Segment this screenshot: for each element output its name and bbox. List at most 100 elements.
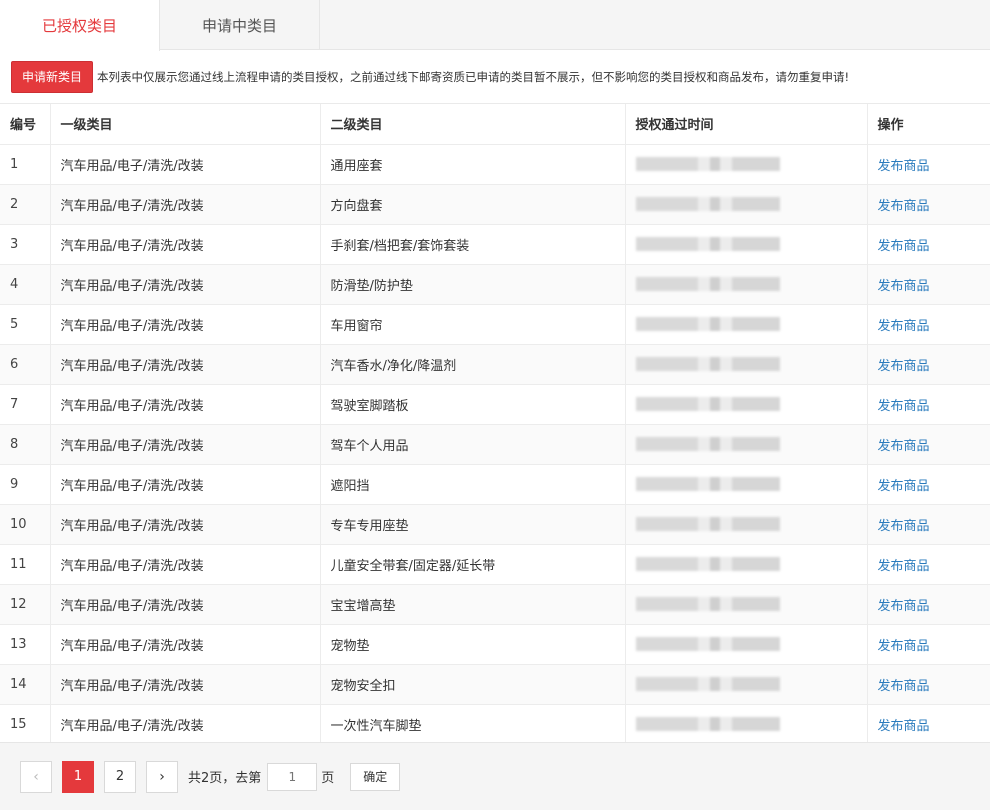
row-approval-time — [625, 304, 868, 345]
table-row: 5 汽车用品/电子/清洗/改装 车用窗帘 发布商品 — [0, 304, 990, 345]
row-approval-time — [625, 384, 868, 425]
row-id: 11 — [0, 544, 51, 585]
row-level1-category: 汽车用品/电子/清洗/改装 — [50, 624, 321, 665]
blurred-time-placeholder — [635, 317, 857, 331]
row-level1-category: 汽车用品/电子/清洗/改装 — [50, 424, 321, 465]
publish-product-link[interactable]: 发布商品 — [878, 599, 930, 614]
row-id: 10 — [0, 504, 51, 545]
row-action: 发布商品 — [867, 504, 990, 545]
row-id: 13 — [0, 624, 51, 665]
row-id: 7 — [0, 384, 51, 425]
row-id: 5 — [0, 304, 51, 345]
tab-authorized-categories[interactable]: 已授权类目 — [0, 0, 160, 51]
blurred-time-placeholder — [635, 597, 857, 611]
blurred-time-placeholder — [635, 677, 857, 691]
blurred-time-placeholder — [635, 477, 857, 491]
row-id: 4 — [0, 264, 51, 305]
row-level1-category: 汽车用品/电子/清洗/改装 — [50, 224, 321, 265]
table-row: 1 汽车用品/电子/清洗/改装 通用座套 发布商品 — [0, 144, 990, 185]
row-level1-category: 汽车用品/电子/清洗/改装 — [50, 304, 321, 345]
row-level2-category: 宝宝增高垫 — [320, 584, 626, 625]
table-row: 2 汽车用品/电子/清洗/改装 方向盘套 发布商品 — [0, 184, 990, 225]
publish-product-link[interactable]: 发布商品 — [878, 479, 930, 494]
blurred-time-placeholder — [635, 397, 857, 411]
publish-product-link[interactable]: 发布商品 — [878, 439, 930, 454]
row-action: 发布商品 — [867, 184, 990, 225]
row-id: 15 — [0, 704, 51, 745]
apply-new-category-button[interactable]: 申请新类目 — [11, 60, 94, 93]
row-action: 发布商品 — [867, 344, 990, 385]
category-table: 编号 一级类目 二级类目 授权通过时间 操作 1 汽车用品/电子/清洗/改装 通用座… — [0, 104, 990, 745]
row-level1-category: 汽车用品/电子/清洗/改装 — [50, 464, 321, 505]
chevron-right-icon: › — [159, 768, 165, 785]
row-id: 14 — [0, 664, 51, 705]
next-page-button[interactable]: › — [146, 760, 178, 793]
table-row: 14 汽车用品/电子/清洗/改装 宠物安全扣 发布商品 — [0, 664, 990, 705]
publish-product-link[interactable]: 发布商品 — [878, 719, 930, 734]
row-level2-category: 防滑垫/防护垫 — [320, 264, 626, 305]
header-action: 操作 — [867, 104, 990, 145]
page-1-button[interactable]: 1 — [62, 760, 94, 793]
table-row: 10 汽车用品/电子/清洗/改装 专车专用座垫 发布商品 — [0, 504, 990, 545]
publish-product-link[interactable]: 发布商品 — [878, 639, 930, 654]
row-level2-category: 通用座套 — [320, 144, 626, 185]
chevron-left-icon: ‹ — [33, 768, 39, 785]
publish-product-link[interactable]: 发布商品 — [878, 679, 930, 694]
table-row: 7 汽车用品/电子/清洗/改装 驾驶室脚踏板 发布商品 — [0, 384, 990, 425]
row-action: 发布商品 — [867, 144, 990, 185]
blurred-time-placeholder — [635, 557, 857, 571]
tab-pending-categories[interactable]: 申请中类目 — [160, 0, 320, 50]
table-row: 11 汽车用品/电子/清洗/改装 儿童安全带套/固定器/延长带 发布商品 — [0, 544, 990, 585]
row-level1-category: 汽车用品/电子/清洗/改装 — [50, 384, 321, 425]
prev-page-button[interactable]: ‹ — [20, 760, 52, 793]
blurred-time-placeholder — [635, 277, 857, 291]
row-approval-time — [625, 184, 868, 225]
row-level1-category: 汽车用品/电子/清洗/改装 — [50, 344, 321, 385]
page-2-button[interactable]: 2 — [104, 760, 136, 793]
row-action: 发布商品 — [867, 664, 990, 705]
category-authorization-page: 已授权类目 申请中类目 申请新类目 本列表中仅展示您通过线上流程申请的类目授权，… — [0, 0, 990, 810]
publish-product-link[interactable]: 发布商品 — [878, 159, 930, 174]
row-action: 发布商品 — [867, 264, 990, 305]
row-id: 12 — [0, 584, 51, 625]
row-id: 1 — [0, 144, 51, 185]
goto-page-input[interactable] — [267, 762, 318, 791]
row-level1-category: 汽车用品/电子/清洗/改装 — [50, 144, 321, 185]
row-action: 发布商品 — [867, 464, 990, 505]
row-level1-category: 汽车用品/电子/清洗/改装 — [50, 264, 321, 305]
publish-product-link[interactable]: 发布商品 — [878, 279, 930, 294]
goto-confirm-button[interactable]: 确定 — [350, 762, 401, 791]
row-level2-category: 汽车香水/净化/降温剂 — [320, 344, 626, 385]
row-approval-time — [625, 144, 868, 185]
page-suffix-text: 页 — [321, 771, 335, 786]
blurred-time-placeholder — [635, 717, 857, 731]
row-approval-time — [625, 544, 868, 585]
blurred-time-placeholder — [635, 157, 857, 171]
blurred-time-placeholder — [635, 197, 857, 211]
publish-product-link[interactable]: 发布商品 — [878, 559, 930, 574]
row-approval-time — [625, 224, 868, 265]
row-id: 2 — [0, 184, 51, 225]
row-approval-time — [625, 584, 868, 625]
row-id: 3 — [0, 224, 51, 265]
publish-product-link[interactable]: 发布商品 — [878, 399, 930, 414]
table-row: 15 汽车用品/电子/清洗/改装 一次性汽车脚垫 发布商品 — [0, 704, 990, 745]
publish-product-link[interactable]: 发布商品 — [878, 199, 930, 214]
row-level1-category: 汽车用品/电子/清洗/改装 — [50, 664, 321, 705]
pagination: ‹ 1 2 › 共2页，去第 页 确定 — [0, 742, 990, 810]
header-level1-category: 一级类目 — [50, 104, 321, 145]
publish-product-link[interactable]: 发布商品 — [878, 239, 930, 254]
table-body: 1 汽车用品/电子/清洗/改装 通用座套 发布商品 2 汽车用品/电子/清洗/改装 方向盘套… — [0, 144, 990, 745]
row-level1-category: 汽车用品/电子/清洗/改装 — [50, 704, 321, 745]
row-level1-category: 汽车用品/电子/清洗/改装 — [50, 184, 321, 225]
publish-product-link[interactable]: 发布商品 — [878, 319, 930, 334]
header-id: 编号 — [0, 104, 51, 145]
row-action: 发布商品 — [867, 224, 990, 265]
row-level2-category: 车用窗帘 — [320, 304, 626, 345]
row-action: 发布商品 — [867, 584, 990, 625]
row-level2-category: 方向盘套 — [320, 184, 626, 225]
row-approval-time — [625, 504, 868, 545]
publish-product-link[interactable]: 发布商品 — [878, 359, 930, 374]
publish-product-link[interactable]: 发布商品 — [878, 519, 930, 534]
tab-bar: 已授权类目 申请中类目 — [0, 0, 990, 51]
